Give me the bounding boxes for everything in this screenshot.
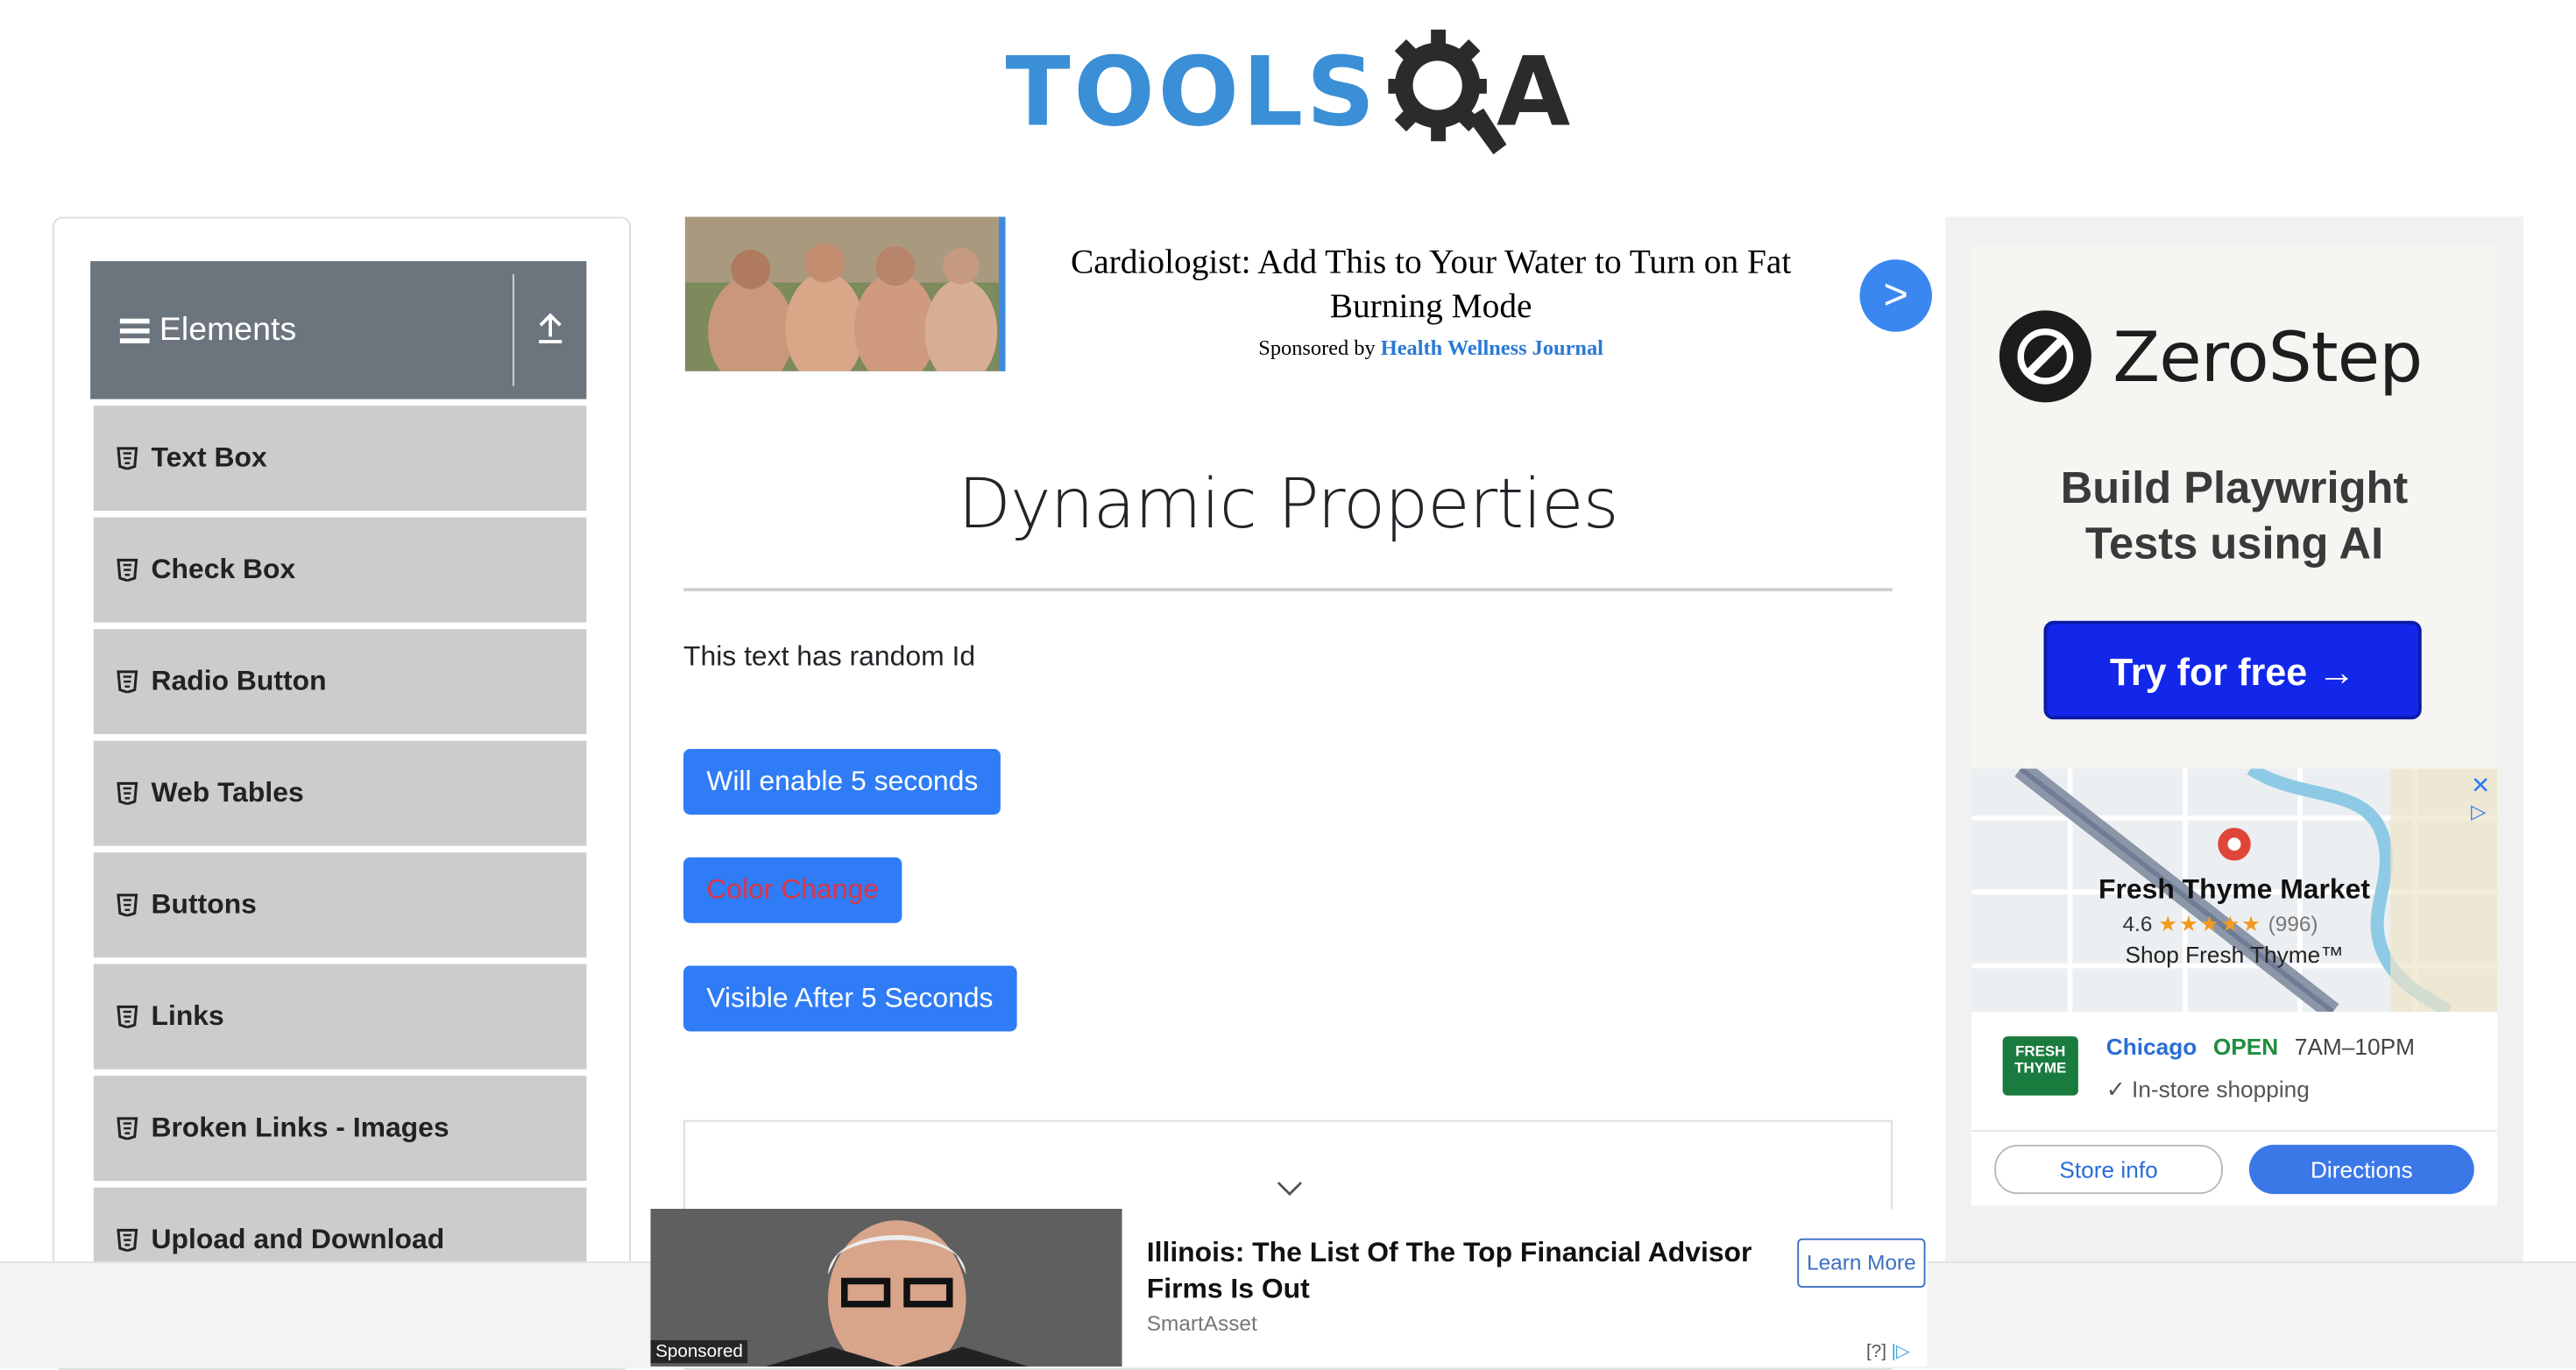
sponsor-link[interactable]: Health Wellness Journal <box>1381 335 1603 360</box>
top-ad-headline[interactable]: Cardiologist: Add This to Your Water to … <box>1048 240 1814 328</box>
toolsqa-logo[interactable]: TOOLS A <box>1006 23 1574 161</box>
visible-after-button[interactable]: Visible After 5 Seconds <box>683 965 1016 1032</box>
store-status: OPEN <box>2212 1033 2279 1060</box>
store-info-button[interactable]: Store info <box>1994 1144 2223 1195</box>
adchoices-label: [?] <box>1866 1341 1886 1362</box>
rating-value: 4.6 <box>2122 911 2153 936</box>
html5-icon <box>117 1005 138 1028</box>
sidebar-item-label: Check Box <box>151 553 296 585</box>
ad-close-icon[interactable]: ✕ <box>2471 772 2490 800</box>
html5-icon <box>117 558 138 582</box>
logo-suffix: A <box>1496 36 1574 148</box>
html5-icon <box>117 893 138 917</box>
sidebar-item-web-tables[interactable]: Web Tables <box>93 740 587 846</box>
sidebar-item-label: Broken Links - Images <box>151 1112 449 1143</box>
sidebar-item-label: Radio Button <box>151 665 327 696</box>
zerostep-logo: ZeroStep <box>1998 309 2423 405</box>
sidebar-item-label: Upload and Download <box>151 1223 445 1255</box>
html5-icon <box>117 1228 138 1252</box>
sidebar-item-check-box[interactable]: Check Box <box>93 517 587 623</box>
elements-group-header[interactable]: Elements <box>90 261 587 399</box>
zerostep-tagline: Build Playwright Tests using AI <box>1971 460 2497 572</box>
random-id-text: This text has random Id <box>683 640 976 672</box>
ad-photo <box>684 216 1006 371</box>
store-hours: 7AM–10PM <box>2294 1033 2415 1060</box>
store-shop-text: Shop Fresh Thyme™ <box>2125 941 2344 968</box>
title-divider <box>683 588 1893 591</box>
gear-magnifier-icon <box>1388 29 1507 155</box>
color-change-button[interactable]: Color Change <box>683 857 902 923</box>
menu-icon <box>119 313 150 347</box>
learn-more-button[interactable]: Learn More <box>1797 1238 1926 1288</box>
in-store-shopping: ✓ In-store shopping <box>2105 1076 2310 1103</box>
sidebar-item-radio-button[interactable]: Radio Button <box>93 629 587 735</box>
header-divider <box>513 274 514 386</box>
tagline-line-2: Tests using AI <box>2084 519 2384 568</box>
page-title: Dynamic Properties <box>958 463 1618 544</box>
review-count: (996) <box>2268 911 2318 936</box>
store-card-divider <box>1971 1130 2497 1132</box>
store-rating: 4.6 ★★★★★ (996) <box>2123 912 2318 938</box>
sidebar-item-links[interactable]: Links <box>93 964 587 1070</box>
store-city[interactable]: Chicago <box>2106 1033 2197 1059</box>
try-for-free-button[interactable]: Try for free → <box>2043 620 2422 720</box>
top-ad-image[interactable] <box>684 216 1006 371</box>
sidebar-item-text-box[interactable]: Text Box <box>93 406 587 512</box>
adchoices-triangle-icon: |▷ <box>1891 1341 1910 1362</box>
logo-text: TOOLS <box>1005 36 1378 148</box>
group-title: Elements <box>159 311 297 348</box>
html5-icon <box>117 1117 138 1140</box>
tagline-line-1: Build Playwright <box>2060 463 2409 512</box>
sponsored-tag: Sponsored <box>650 1340 748 1364</box>
collapse-arrow-icon[interactable] <box>534 310 567 346</box>
sidebar-item-buttons[interactable]: Buttons <box>93 852 587 958</box>
html5-icon <box>117 447 138 470</box>
sidebar-item-label: Links <box>151 999 224 1032</box>
store-location-line: Chicago OPEN 7AM–10PM <box>2106 1033 2415 1059</box>
sidebar-item-broken-links[interactable]: Broken Links - Images <box>93 1076 587 1182</box>
sidebar-item-label: Buttons <box>151 888 257 920</box>
ad-info-icon[interactable]: ▷ <box>2471 800 2486 823</box>
bottom-ad-title[interactable]: Illinois: The List Of The Top Financial … <box>1147 1235 1772 1308</box>
zerostep-icon <box>1999 310 2091 403</box>
bottom-ad-source: SmartAsset <box>1146 1310 1257 1336</box>
zerostep-name: ZeroStep <box>2112 315 2423 397</box>
directions-button[interactable]: Directions <box>2248 1144 2474 1195</box>
html5-icon <box>117 670 138 694</box>
ad-next-button[interactable]: > <box>1859 259 1932 332</box>
sponsored-prefix: Sponsored by <box>1258 335 1376 360</box>
store-name: Fresh Thyme Market <box>2098 873 2371 906</box>
sidebar: Elements Text Box Check Box Radio Button… <box>53 216 631 1370</box>
sidebar-item-label: Web Tables <box>151 776 304 809</box>
ad-accent-bar <box>999 216 1006 371</box>
adchoices-icon[interactable]: [?] |▷ <box>1866 1340 1910 1362</box>
chevron-down-icon[interactable] <box>1277 1181 1303 1197</box>
star-rating-icon: ★★★★★ <box>2158 911 2262 936</box>
fresh-thyme-logo: FRESH THYME <box>2002 1036 2078 1096</box>
enable-after-button[interactable]: Will enable 5 seconds <box>683 749 1001 815</box>
top-ad-sponsor-line: Sponsored by Health Wellness Journal <box>1048 335 1814 362</box>
html5-icon <box>117 781 138 805</box>
sidebar-item-label: Text Box <box>151 441 267 473</box>
